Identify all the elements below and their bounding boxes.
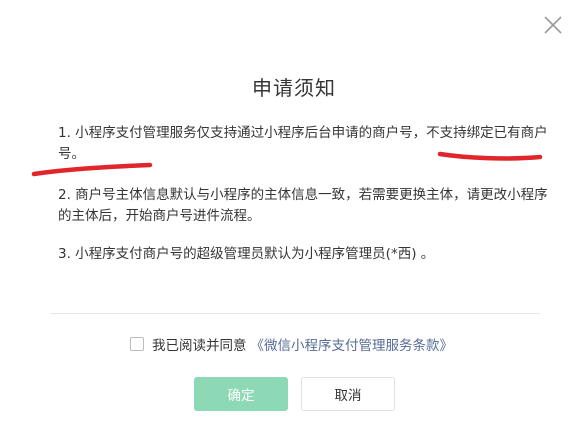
dialog-title: 申请须知 <box>252 76 336 100</box>
terms-link[interactable]: 《微信小程序支付管理服务条款》 <box>251 334 454 354</box>
agreement-row: 我已阅读并同意 《微信小程序支付管理服务条款》 <box>130 334 453 354</box>
divider <box>50 313 540 314</box>
notice-item-2: 2. 商户号主体信息默认与小程序的主体信息一致，若需要更换主体，请更改小程序的主… <box>58 187 548 224</box>
confirm-button[interactable]: 确定 <box>194 377 288 411</box>
apply-notice-dialog: 申请须知 1. 小程序支付管理服务仅支持通过小程序后台申请的商户号，不支持绑定已… <box>0 0 588 427</box>
notice-item-3: 3. 小程序支付商户号的超级管理员默认为小程序管理员(*西) 。 <box>58 246 435 262</box>
agree-checkbox[interactable] <box>130 337 144 351</box>
agree-label: 我已阅读并同意 <box>152 338 247 354</box>
close-icon[interactable] <box>542 14 564 36</box>
cancel-button[interactable]: 取消 <box>301 377 395 411</box>
notice-item-1: 1. 小程序支付管理服务仅支持通过小程序后台申请的商户号，不支持绑定已有商户号。 <box>58 125 548 162</box>
